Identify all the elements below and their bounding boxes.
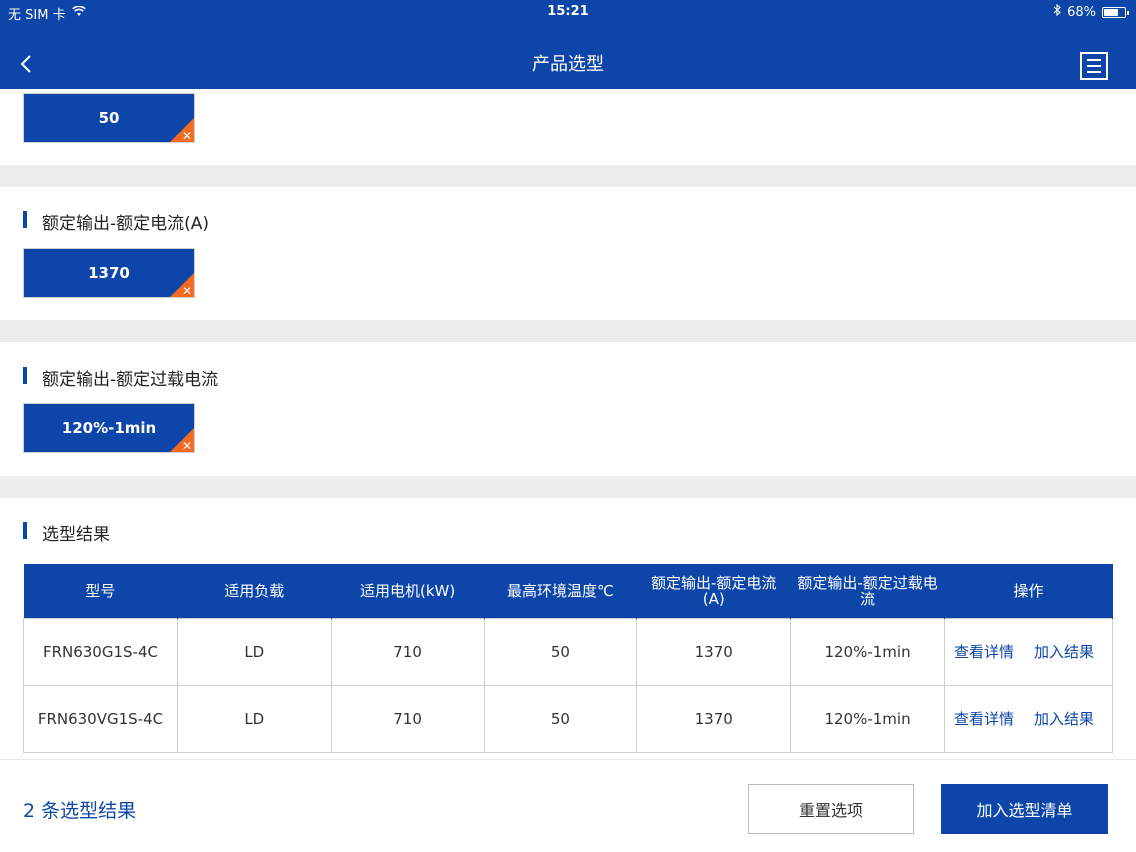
cell-motor: 710 <box>330 617 485 686</box>
section-divider <box>0 165 1136 187</box>
filter-chip[interactable]: 50 ✕ <box>23 93 195 143</box>
add-result-link[interactable]: 加入结果 <box>1034 710 1094 728</box>
column-header: 操作 <box>944 564 1114 618</box>
table-row: FRN630G1S-4C LD 710 50 1370 120%-1min 查看… <box>23 617 1114 686</box>
battery-fill <box>1104 8 1118 16</box>
cell-overload: 120%-1min <box>790 617 945 686</box>
section-divider <box>0 476 1136 498</box>
column-header: 额定输出-额定过载电流 <box>790 564 945 618</box>
section-title: 选型结果 <box>23 520 110 545</box>
filter-section-2: 额定输出-额定电流(A) 1370 ✕ <box>0 187 1136 320</box>
cell-temp: 50 <box>483 684 638 753</box>
cell-motor: 710 <box>330 684 485 753</box>
menu-button[interactable] <box>1080 52 1108 80</box>
result-count: 2 条选型结果 <box>23 800 137 822</box>
column-header: 最高环境温度℃ <box>484 564 638 618</box>
status-bar: 无 SIM 卡 15:21 68% <box>0 0 1136 24</box>
battery-icon <box>1102 6 1129 18</box>
filter-chip-value: 50 <box>98 109 120 127</box>
cell-load: LD <box>176 684 332 753</box>
menu-icon-line <box>1087 71 1101 73</box>
cell-model: FRN630G1S-4C <box>23 617 178 686</box>
cell-current: 1370 <box>636 617 792 686</box>
reset-options-button[interactable]: 重置选项 <box>748 784 914 834</box>
results-table: 型号 适用负载 适用电机(kW) 最高环境温度℃ 额定输出-额定电流(A) 额定… <box>23 564 1114 753</box>
cell-temp: 50 <box>483 617 638 686</box>
table-row: FRN630VG1S-4C LD 710 50 1370 120%-1min 查… <box>23 684 1114 753</box>
column-header: 型号 <box>23 564 178 618</box>
footer-bar: 2 条选型结果 重置选项 加入选型清单 <box>0 759 1136 852</box>
bluetooth-icon <box>1053 3 1061 20</box>
section-title: 额定输出-额定过载电流 <box>23 365 218 390</box>
filter-section-1: 50 ✕ <box>0 89 1136 165</box>
filter-chip-value: 120%-1min <box>61 419 157 437</box>
section-divider <box>0 320 1136 342</box>
menu-icon-line <box>1087 65 1101 67</box>
column-header: 适用负载 <box>177 564 332 618</box>
close-icon[interactable]: ✕ <box>182 284 192 297</box>
add-result-link[interactable]: 加入结果 <box>1034 643 1094 661</box>
add-to-list-button[interactable]: 加入选型清单 <box>941 784 1108 834</box>
content-area[interactable]: 50 ✕ 额定输出-额定电流(A) 1370 ✕ 额定输出-额定过载电流 120… <box>0 89 1136 759</box>
table-header-row: 型号 适用负载 适用电机(kW) 最高环境温度℃ 额定输出-额定电流(A) 额定… <box>23 564 1114 618</box>
filter-chip[interactable]: 120%-1min ✕ <box>23 403 195 453</box>
cell-overload: 120%-1min <box>790 684 945 753</box>
cell-model: FRN630VG1S-4C <box>23 684 178 753</box>
close-icon[interactable]: ✕ <box>182 129 192 142</box>
cell-actions: 查看详情 加入结果 <box>943 684 1114 753</box>
view-details-link[interactable]: 查看详情 <box>954 710 1014 728</box>
close-icon[interactable]: ✕ <box>182 439 192 452</box>
section-title: 额定输出-额定电流(A) <box>23 209 209 234</box>
status-time: 15:21 <box>547 4 589 19</box>
column-header: 额定输出-额定电流(A) <box>636 564 792 618</box>
battery-percent: 68% <box>1067 4 1096 20</box>
page-title: 产品选型 <box>532 54 604 75</box>
filter-chip-value: 1370 <box>88 264 130 282</box>
column-header: 适用电机(kW) <box>331 564 485 618</box>
cell-actions: 查看详情 加入结果 <box>943 617 1114 686</box>
cell-current: 1370 <box>636 684 792 753</box>
app-header: 无 SIM 卡 15:21 68% 产品选型 <box>0 0 1136 89</box>
view-details-link[interactable]: 查看详情 <box>954 643 1014 661</box>
filter-section-3: 额定输出-额定过载电流 120%-1min ✕ <box>0 342 1136 476</box>
menu-icon-line <box>1087 59 1101 61</box>
cell-load: LD <box>176 617 332 686</box>
filter-chip[interactable]: 1370 ✕ <box>23 248 195 298</box>
